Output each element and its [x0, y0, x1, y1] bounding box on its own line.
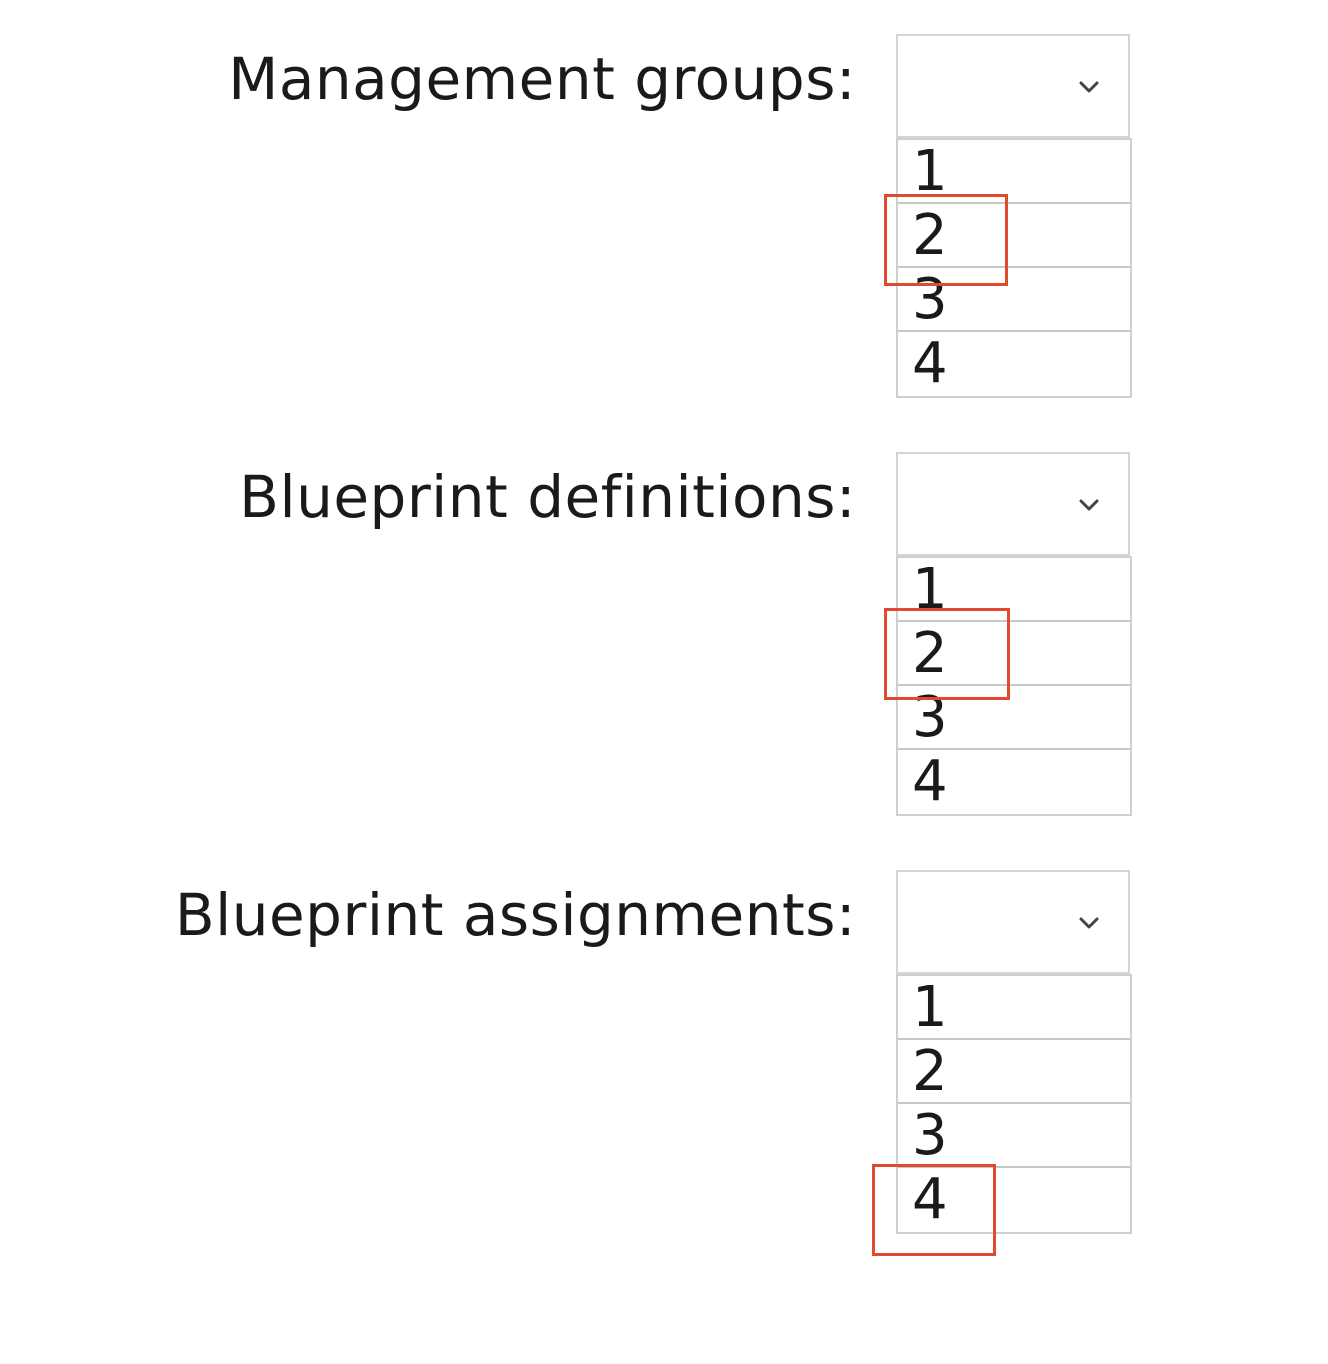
blueprint-assignments-dropdown[interactable]	[896, 870, 1130, 974]
dropdown-option[interactable]: 3	[898, 1104, 1130, 1168]
chevron-down-icon	[1079, 499, 1099, 511]
blueprint-assignments-label: Blueprint assignments:	[174, 881, 856, 949]
blueprint-definitions-dropdown[interactable]	[896, 452, 1130, 556]
chevron-down-icon	[1079, 81, 1099, 93]
dropdown-option[interactable]: 1	[898, 140, 1130, 204]
dropdown-option[interactable]: 1	[898, 558, 1130, 622]
blueprint-definitions-options: 1 2 3 4	[896, 556, 1132, 816]
dropdown-option[interactable]: 3	[898, 268, 1130, 332]
dropdown-option[interactable]: 4	[898, 1168, 1130, 1232]
dropdown-option[interactable]: 1	[898, 976, 1130, 1040]
dropdown-option[interactable]: 4	[898, 332, 1130, 396]
blueprint-assignments-options: 1 2 3 4	[896, 974, 1132, 1234]
blueprint-definitions-label: Blueprint definitions:	[239, 463, 856, 531]
dropdown-option[interactable]: 2	[898, 1040, 1130, 1104]
dropdown-option[interactable]: 2	[898, 204, 1130, 268]
dropdown-option[interactable]: 4	[898, 750, 1130, 814]
chevron-down-icon	[1079, 917, 1099, 929]
dropdown-option[interactable]: 2	[898, 622, 1130, 686]
management-groups-dropdown[interactable]	[896, 34, 1130, 138]
dropdown-option[interactable]: 3	[898, 686, 1130, 750]
management-groups-options: 1 2 3 4	[896, 138, 1132, 398]
management-groups-label: Management groups:	[228, 45, 856, 113]
